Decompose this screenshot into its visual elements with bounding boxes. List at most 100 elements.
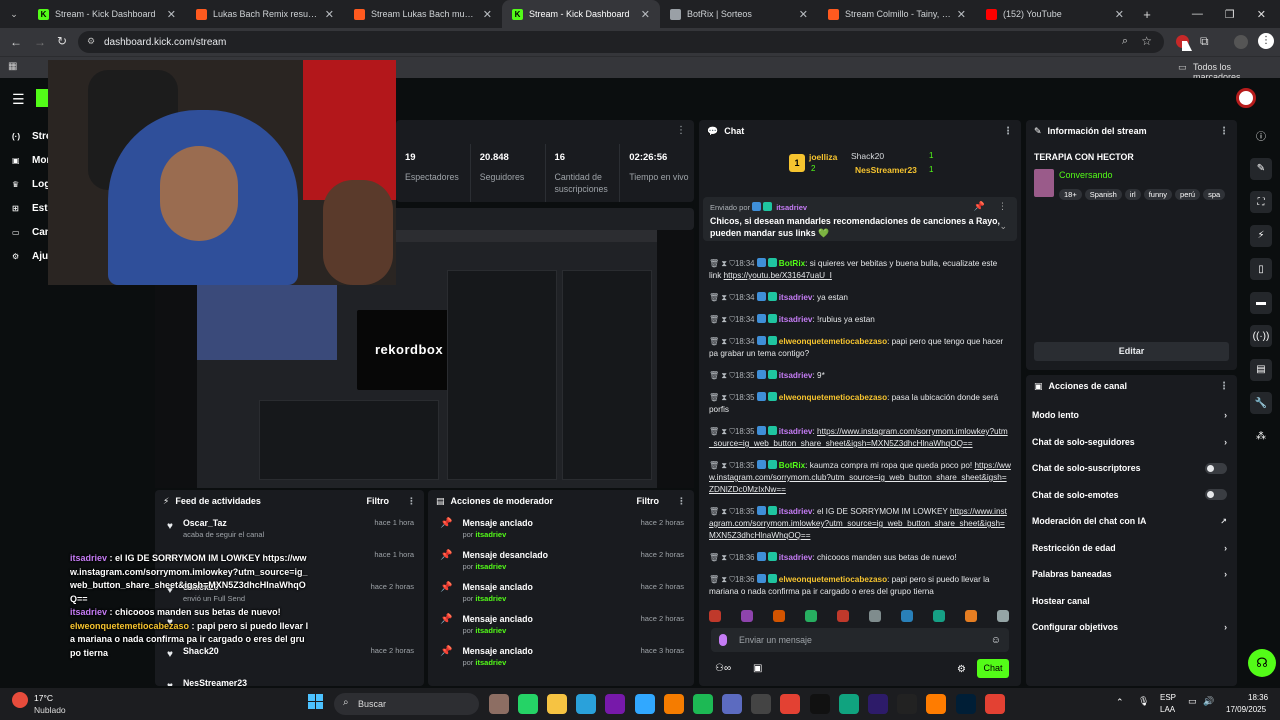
chat-mod-icons[interactable]: 🗑 ⧗ ⛉ (709, 314, 735, 326)
mod-menu-icon[interactable]: ⋮ (677, 496, 686, 507)
chat-link[interactable]: https://youtu.be/X31647uaU_I (724, 271, 832, 280)
chat-mod-icons[interactable]: 🗑 ⧗ ⛉ (709, 392, 735, 404)
telegram-icon[interactable] (576, 694, 597, 714)
chat-username[interactable]: itsadriev (779, 507, 813, 516)
minimize-icon[interactable]: — (1192, 8, 1203, 21)
chat-send-button[interactable]: Chat (977, 659, 1009, 678)
hamburger-menu-icon[interactable]: ☰ (12, 91, 25, 108)
weather-desc[interactable]: Nublado (34, 705, 66, 715)
whatsapp-icon[interactable] (517, 694, 538, 714)
chat-username[interactable]: BotRix (779, 461, 805, 470)
close-window-icon[interactable]: ✕ (1257, 8, 1266, 21)
chat-log[interactable]: 🗑 ⧗ ⛉ 18:34 BotRix: si quieres ver bebit… (699, 258, 1021, 608)
chat-message[interactable]: 🗑 ⧗ ⛉ 18:36 elweonquetemetiocabezaso: pa… (709, 574, 1011, 598)
weather-temp[interactable]: 17°C (34, 693, 53, 703)
live-icon[interactable] (897, 694, 918, 714)
support-headset-icon[interactable]: ☊ (1248, 649, 1276, 677)
chat-mod-icons[interactable]: 🗑 ⧗ ⛉ (709, 370, 735, 382)
stream-tag[interactable]: irl (1124, 189, 1141, 200)
new-tab-button[interactable]: + (1134, 7, 1160, 22)
chatgpt-icon[interactable] (838, 694, 859, 714)
stream-tag[interactable]: perú (1175, 189, 1201, 200)
emote-icon[interactable] (837, 610, 849, 622)
emote-icon[interactable] (869, 610, 881, 622)
emote-icon[interactable] (773, 610, 785, 622)
emoji-icon[interactable]: ☺ (991, 635, 1001, 646)
chat-message[interactable]: 🗑 ⧗ ⛉ 18:34 itsadriev: !rubius ya estan (709, 314, 1011, 326)
mod-action-item[interactable]: 📌 Mensaje anclado por itsadriev hace 2 hora… (428, 512, 694, 544)
mod-action-user[interactable]: itsadriev (475, 562, 506, 571)
news-icon[interactable] (488, 694, 509, 714)
back-icon[interactable]: ← (10, 35, 22, 49)
feed-item[interactable]: ♥ NesStreamer23 (155, 672, 424, 686)
chat-username[interactable]: itsadriev (779, 293, 813, 302)
volume-icon[interactable]: 🔊 (1203, 696, 1214, 707)
chat-message[interactable]: 🗑 ⧗ ⛉ 18:34 itsadriev: ya estan (709, 292, 1011, 304)
chat-message[interactable]: 🗑 ⧗ ⛉ 18:34 BotRix: si quieres ver bebit… (709, 258, 1011, 282)
gifter-name[interactable]: NesStreamer23 (855, 165, 917, 175)
browser-tab[interactable]: (152) YouTube ✕ (976, 0, 1134, 28)
mod-tools-icon[interactable]: ⚇∞ (715, 663, 731, 674)
store-icon[interactable]: ▣ (753, 663, 762, 674)
broadcast-icon[interactable]: ((·)) (1250, 325, 1272, 347)
channel-action-row[interactable]: Moderación del chat con IA ↗ (1026, 508, 1237, 535)
channel-action-row[interactable]: Restricción de edad › (1026, 535, 1237, 562)
external-link-icon[interactable]: ↗ (1220, 517, 1227, 526)
clock-time[interactable]: 18:36 (1248, 693, 1268, 702)
mic-tray-icon[interactable]: 🎙 (1138, 696, 1149, 707)
mod-action-item[interactable]: 📌 Mensaje anclado por itsadriev hace 3 hora… (428, 640, 694, 672)
spotify-icon[interactable] (692, 694, 713, 714)
chat-mod-icons[interactable]: 🗑 ⧗ ⛉ (709, 506, 735, 518)
browser-tab[interactable]: K Stream - Kick Dashboard ✕ (28, 0, 186, 28)
tab-close-icon[interactable]: ✕ (1115, 8, 1124, 21)
chat-username[interactable]: itsadriev (779, 315, 813, 324)
pinned-user[interactable]: itsadriev (776, 203, 807, 212)
chevron-right-icon[interactable]: › (1224, 622, 1227, 632)
gifter-name[interactable]: Shack20 (851, 151, 884, 161)
document-icon[interactable]: ▯ (1250, 258, 1272, 280)
chevron-right-icon[interactable]: › (1224, 543, 1227, 553)
mod-action-user[interactable]: itsadriev (475, 594, 506, 603)
tiktok-icon[interactable] (809, 694, 830, 714)
chat-message[interactable]: 🗑 ⧗ ⛉ 18:36 itsadriev: chicooos manden s… (709, 552, 1011, 564)
emote-icon[interactable] (965, 610, 977, 622)
mod-action-item[interactable]: 📌 Mensaje desanclado por itsadriev hace 2 h… (428, 544, 694, 576)
chat-mod-icons[interactable]: 🗑 ⧗ ⛉ (709, 258, 735, 270)
address-bar[interactable]: ⚙ dashboard.kick.com/stream ⌕ ☆ (78, 31, 1164, 53)
feed-user[interactable]: Oscar_Taz (183, 518, 264, 528)
tab-search-icon[interactable]: ⌄ (0, 9, 28, 20)
channel-actions-menu-icon[interactable]: ⋮ (1219, 381, 1229, 392)
chat-message[interactable]: 🗑 ⧗ ⛉ 18:34 elweonquetemetiocabezaso: pa… (709, 336, 1011, 360)
forward-icon[interactable]: → (34, 35, 46, 49)
pinned-expand-icon[interactable]: ⌄ (999, 221, 1007, 232)
chat-mod-icons[interactable]: 🗑 ⧗ ⛉ (709, 336, 735, 348)
windows-start-icon[interactable] (308, 694, 324, 710)
chat-username[interactable]: elweonquetemetiocabezaso (779, 337, 887, 346)
browser-tab[interactable]: Lukas Bach Remix results on So ✕ (186, 0, 344, 28)
apps-grid-icon[interactable]: ▦ (8, 61, 17, 72)
chat-mod-icons[interactable]: 🗑 ⧗ ⛉ (709, 426, 735, 438)
chat-icon[interactable]: ▬ (1250, 291, 1272, 314)
chat-message[interactable]: 🗑 ⧗ ⛉ 18:35 BotRix: kaumza compra mi rop… (709, 460, 1011, 496)
lang-bottom[interactable]: LAA (1160, 705, 1175, 714)
activity-filter-button[interactable]: Filtro (367, 496, 390, 506)
mod-action-user[interactable]: itsadriev (475, 626, 506, 635)
wrench-icon[interactable]: 🔧 (1250, 392, 1272, 414)
browser-tab[interactable]: Stream Lukas Bach music | Liste ✕ (344, 0, 502, 28)
stream-tag[interactable]: spa (1203, 189, 1226, 200)
mod-action-item[interactable]: 📌 Mensaje anclado por itsadriev hace 2 hora… (428, 576, 694, 608)
chat-username[interactable]: itsadriev (779, 427, 813, 436)
emote-icon[interactable] (997, 610, 1009, 622)
channel-action-row[interactable]: Chat de solo-suscriptores (1026, 455, 1237, 482)
channel-action-row[interactable]: Chat de solo-emotes (1026, 482, 1237, 509)
chat-message[interactable]: 🗑 ⧗ ⛉ 18:35 itsadriev: https://www.insta… (709, 426, 1011, 450)
browser-tab[interactable]: K Stream - Kick Dashboard ✕ (502, 0, 660, 28)
steam-icon[interactable] (751, 694, 772, 714)
edit-stream-button[interactable]: Editar (1034, 342, 1229, 361)
layout-icon[interactable]: ▤ (1250, 358, 1272, 381)
chat-username[interactable]: BotRix (779, 259, 805, 268)
category-thumbnail[interactable] (1034, 169, 1054, 197)
chat-mod-icons[interactable]: 🗑 ⧗ ⛉ (709, 460, 735, 472)
chat-input[interactable]: Enviar un mensaje ☺ (711, 628, 1009, 652)
extensions-icon[interactable]: ⧉ (1200, 34, 1209, 49)
